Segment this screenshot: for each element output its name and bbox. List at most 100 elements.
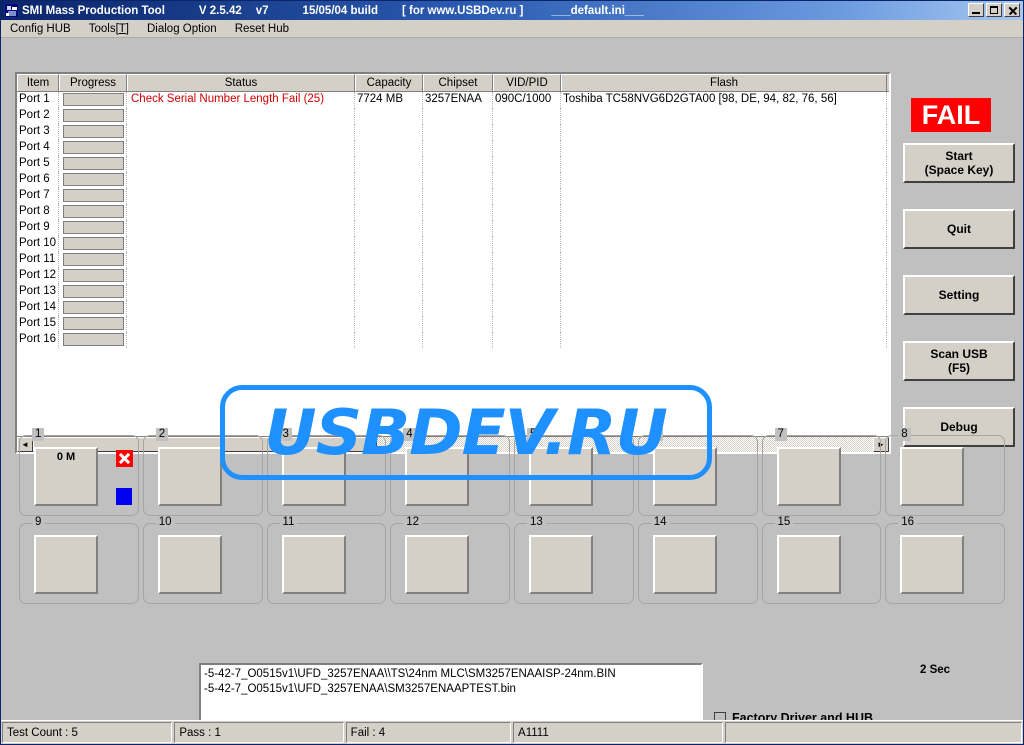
slot-device-area[interactable] — [405, 447, 470, 506]
status-panel-4 — [724, 722, 1022, 743]
port-slot-13[interactable]: 13 — [514, 516, 634, 604]
menu-item-reset-hub[interactable]: Reset Hub — [226, 22, 298, 36]
cell-status — [127, 300, 355, 316]
slot-device-area[interactable] — [652, 447, 717, 506]
progress-bar — [63, 157, 124, 170]
firmware-path-box[interactable]: -5-42-7_O0515v1\UFD_3257ENAA\\TS\24nm ML… — [199, 663, 703, 727]
cell-chipset — [423, 268, 493, 284]
slot-device-area[interactable] — [281, 535, 346, 594]
table-row[interactable]: Port 13 — [17, 284, 889, 300]
port-slot-5[interactable]: 5 — [514, 428, 634, 516]
table-row[interactable]: Port 14 — [17, 300, 889, 316]
cell-progress — [59, 156, 127, 172]
slot-number-label: 12 — [403, 516, 423, 529]
slot-device-area[interactable] — [157, 535, 222, 594]
cell-flash — [561, 252, 887, 268]
button-label-line1: Start — [945, 149, 973, 163]
status-bar: Test Count : 5 Pass : 1 Fail : 4 A1111 — [1, 720, 1023, 744]
menu-item-tools-t[interactable]: Tools[T] — [80, 22, 138, 36]
table-row[interactable]: Port 1 Check Serial Number Length Fail (2… — [17, 92, 889, 108]
close-icon[interactable] — [1004, 3, 1020, 17]
column-header-vid-pid[interactable]: VID/PID — [493, 74, 561, 91]
slot-row: 9 10 11 12 13 14 15 16 — [19, 516, 1009, 604]
cell-flash — [561, 108, 887, 124]
table-row[interactable]: Port 2 — [17, 108, 889, 124]
maximize-icon[interactable] — [986, 3, 1002, 17]
slot-device-area[interactable] — [529, 535, 593, 594]
cell-chipset — [423, 252, 493, 268]
setting-button[interactable]: Setting — [903, 275, 1015, 315]
table-row[interactable]: Port 5 — [17, 156, 889, 172]
table-row[interactable]: Port 6 — [17, 172, 889, 188]
menu-item-dialog-option[interactable]: Dialog Option — [138, 22, 226, 36]
table-row[interactable]: Port 4 — [17, 140, 889, 156]
column-header-capacity[interactable]: Capacity — [355, 74, 423, 91]
start-button[interactable]: Start (Space Key) — [903, 143, 1015, 183]
table-row[interactable]: Port 16 — [17, 332, 889, 348]
slot-device-area[interactable] — [900, 447, 965, 506]
table-row[interactable]: Port 11 — [17, 252, 889, 268]
port-slot-8[interactable]: 8 — [885, 428, 1005, 516]
progress-bar — [63, 173, 124, 186]
cell-chipset — [423, 236, 493, 252]
slot-number-label: 1 — [32, 428, 45, 441]
progress-bar — [63, 317, 124, 330]
port-slot-15[interactable]: 15 — [761, 516, 882, 604]
table-body: Port 1 Check Serial Number Length Fail (2… — [17, 92, 889, 348]
cell-chipset — [423, 124, 493, 140]
table-row[interactable]: Port 12 — [17, 268, 889, 284]
cell-flash — [561, 300, 887, 316]
port-slot-14[interactable]: 14 — [637, 516, 758, 604]
slot-device-area[interactable] — [776, 447, 841, 506]
table-row[interactable]: Port 7 — [17, 188, 889, 204]
window-controls — [968, 3, 1020, 17]
port-slot-7[interactable]: 7 — [761, 428, 882, 516]
table-row[interactable]: Port 9 — [17, 220, 889, 236]
slot-device-area[interactable]: 0 M — [34, 447, 98, 506]
column-header-flash[interactable]: Flash — [561, 74, 887, 91]
port-slot-6[interactable]: 6 — [637, 428, 758, 516]
slot-number-label: 8 — [898, 428, 911, 441]
slot-number-label: 5 — [527, 428, 540, 441]
cell-chipset — [423, 204, 493, 220]
port-slot-10[interactable]: 10 — [142, 516, 263, 604]
slot-device-area[interactable] — [157, 447, 222, 506]
cell-chipset — [423, 284, 493, 300]
table-row[interactable]: Port 8 — [17, 204, 889, 220]
cell-item: Port 5 — [17, 156, 59, 172]
table-row[interactable]: Port 3 — [17, 124, 889, 140]
slot-device-area[interactable] — [900, 535, 965, 594]
port-slot-11[interactable]: 11 — [266, 516, 387, 604]
port-table[interactable]: Item Progress Status Capacity Chipset VID/PID… — [15, 72, 891, 454]
table-row[interactable]: Port 10 — [17, 236, 889, 252]
title-bar[interactable]: SMI Mass Production Tool V 2.5.42 v7 15/… — [1, 1, 1023, 20]
slot-device-area[interactable] — [776, 535, 841, 594]
quit-button[interactable]: Quit — [903, 209, 1015, 249]
column-header-progress[interactable]: Progress — [59, 74, 127, 91]
menu-item-config-hub[interactable]: Config HUB — [1, 22, 80, 36]
cell-capacity — [355, 268, 423, 284]
table-row[interactable]: Port 15 — [17, 316, 889, 332]
port-slot-1[interactable]: 10 M — [19, 428, 139, 516]
port-slot-12[interactable]: 12 — [390, 516, 510, 604]
slot-device-area[interactable] — [652, 535, 717, 594]
cell-flash: Toshiba TC58NVG6D2GTA00 [98, DE, 94, 82,… — [561, 92, 887, 108]
column-header-chipset[interactable]: Chipset — [423, 74, 493, 91]
column-header-item[interactable]: Item — [17, 74, 59, 91]
column-header-status[interactable]: Status — [127, 74, 355, 91]
slot-row: 10 M2345678 — [19, 428, 1009, 516]
minimize-icon[interactable] — [968, 3, 984, 17]
port-slot-2[interactable]: 2 — [142, 428, 263, 516]
cell-status — [127, 268, 355, 284]
slot-number-label: 4 — [403, 428, 416, 441]
slot-device-area[interactable] — [281, 447, 346, 506]
port-slot-3[interactable]: 3 — [266, 428, 387, 516]
port-slot-9[interactable]: 9 — [19, 516, 139, 604]
port-slot-4[interactable]: 4 — [390, 428, 510, 516]
slot-device-area[interactable] — [34, 535, 98, 594]
slot-device-area[interactable] — [405, 535, 470, 594]
cell-status — [127, 236, 355, 252]
slot-device-area[interactable] — [529, 447, 593, 506]
scan-usb-button[interactable]: Scan USB (F5) — [903, 341, 1015, 381]
port-slot-16[interactable]: 16 — [885, 516, 1005, 604]
